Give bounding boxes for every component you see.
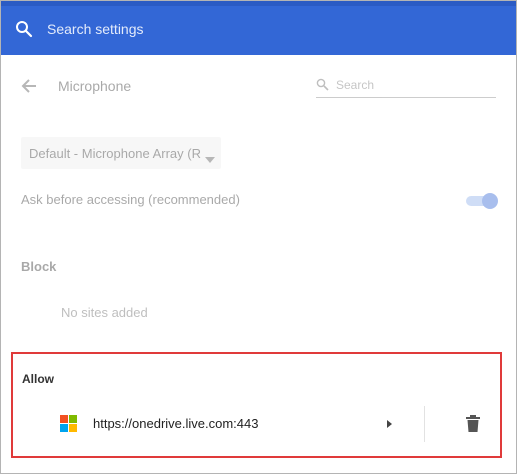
device-select-value: Default - Microphone Array (Re <box>29 146 201 161</box>
top-search-bar: Search settings <box>1 0 516 55</box>
search-settings-input[interactable]: Search settings <box>47 20 144 38</box>
caret-down-icon <box>205 150 215 168</box>
site-search-placeholder: Search <box>336 78 375 92</box>
ask-before-accessing-label: Ask before accessing (recommended) <box>21 192 240 207</box>
search-icon <box>15 20 33 43</box>
site-details-arrow-icon[interactable] <box>381 416 397 432</box>
site-search-field[interactable]: Search <box>316 75 496 98</box>
toggle-knob <box>482 193 498 209</box>
allow-section: Allow https://onedrive.live.com:443 <box>11 352 502 458</box>
microphone-settings-page: Microphone Search Default - Microphone A… <box>0 55 517 474</box>
back-arrow-icon[interactable] <box>20 77 38 100</box>
block-section-label: Block <box>21 259 57 274</box>
subpage-header: Microphone Search <box>0 55 517 117</box>
page-title: Microphone <box>58 78 132 94</box>
site-url[interactable]: https://onedrive.live.com:443 <box>93 416 258 431</box>
search-icon <box>316 78 329 96</box>
row-divider <box>424 406 425 442</box>
allow-section-label: Allow <box>22 372 54 386</box>
ask-before-accessing-toggle[interactable] <box>464 193 498 209</box>
block-empty-text: No sites added <box>61 305 148 320</box>
microsoft-logo-icon <box>60 415 77 432</box>
trash-icon[interactable] <box>465 415 481 433</box>
allowed-site-row[interactable]: https://onedrive.live.com:443 <box>13 406 500 442</box>
microphone-device-select[interactable]: Default - Microphone Array (Re <box>21 137 221 169</box>
